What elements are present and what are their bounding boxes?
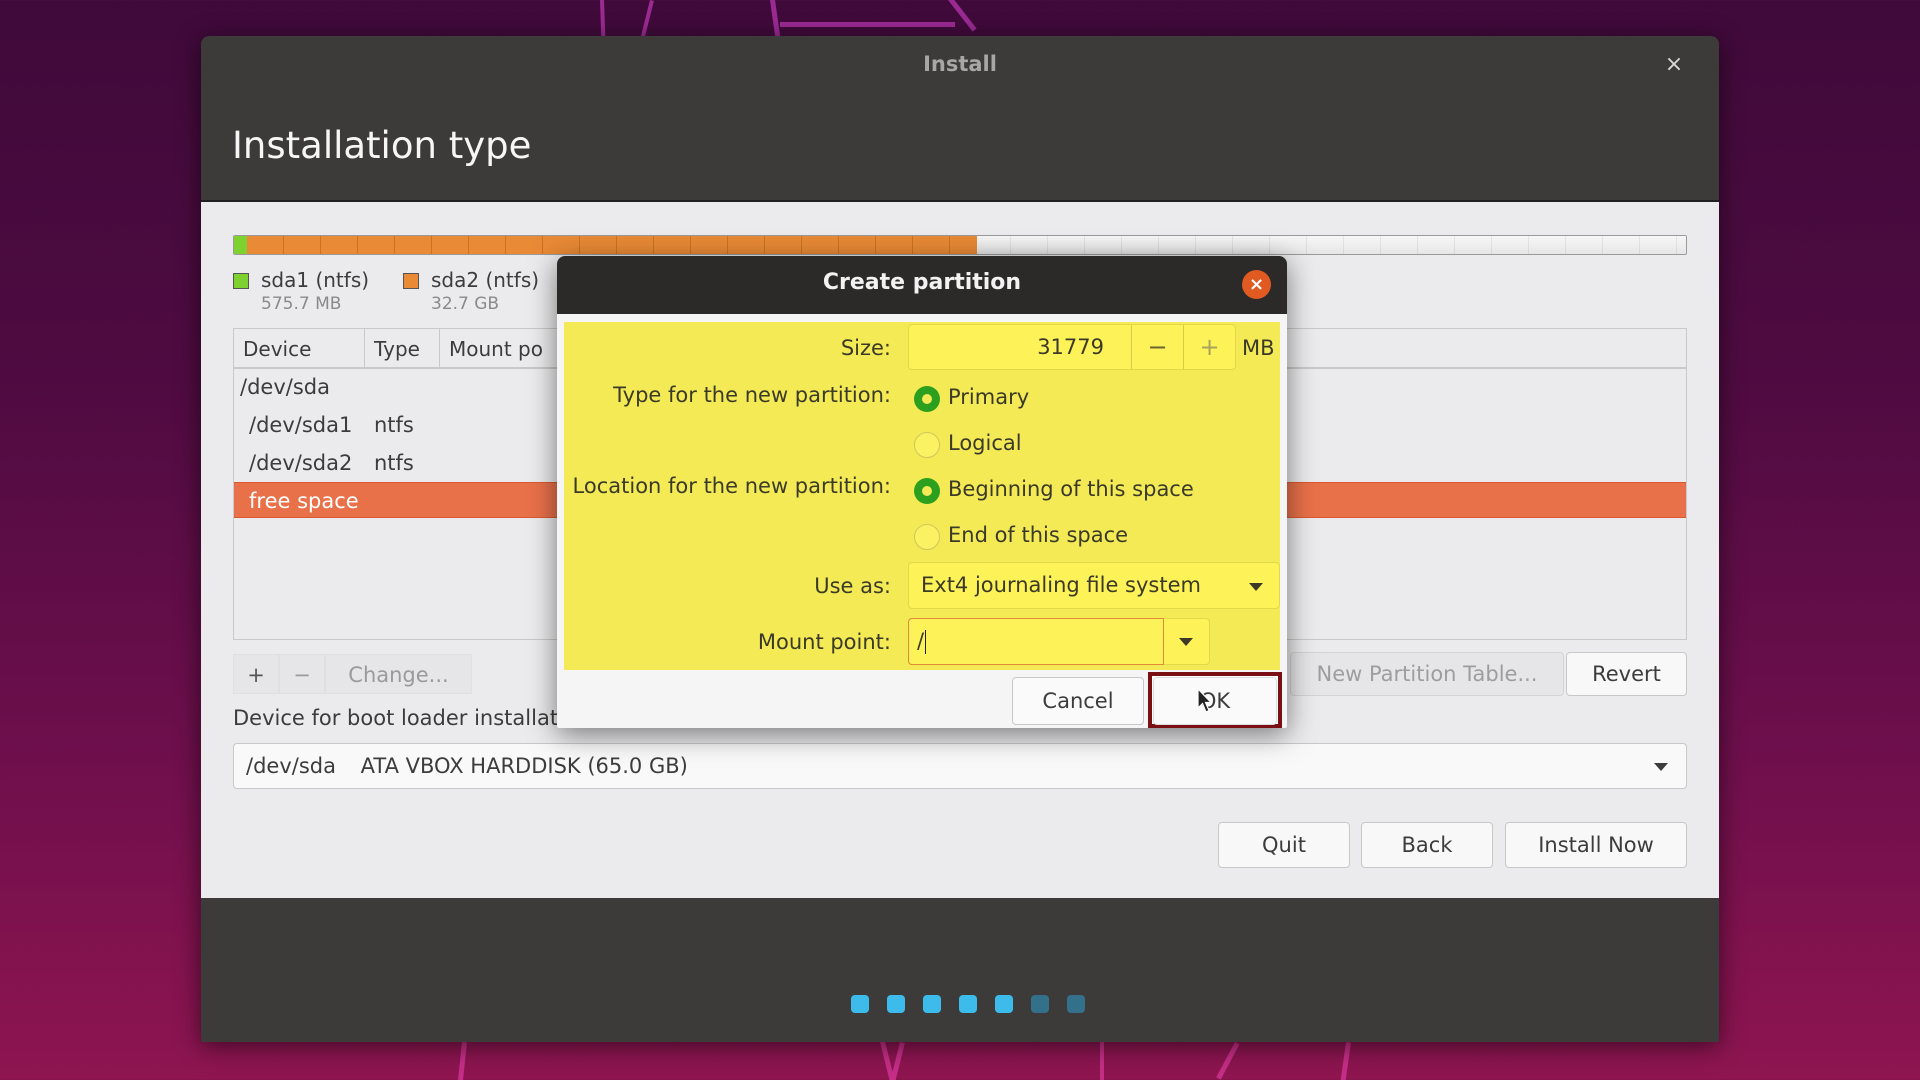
chevron-down-icon [1654,763,1668,771]
partition-segment-sda2 [247,236,978,254]
legend-size: 32.7 GB [431,294,500,314]
mount-point-value: / [917,629,925,653]
bootloader-label: Device for boot loader installation: [233,706,598,730]
decrement-button[interactable]: − [1131,325,1183,369]
mouse-cursor-icon [1197,688,1213,713]
wallpaper-line [890,1042,905,1080]
size-label: Size: [840,336,891,360]
bootloader-description: ATA VBOX HARDDISK (65.0 GB) [360,754,688,778]
dialog-form: Size: 31779 − + MB Type for the new part… [564,322,1280,670]
legend-name: sda1 (ntfs) [261,268,370,292]
cell-device: free space [249,489,359,513]
create-partition-dialog: Create partition × Size: 31779 − + MB Ty… [557,256,1287,728]
dialog-title: Create partition [822,270,1022,295]
page-title: Installation type [232,124,532,167]
remove-partition-button[interactable]: − [279,654,325,694]
use-as-value: Ext4 journaling file system [921,573,1201,597]
progress-dot-complete [995,995,1013,1013]
wallpaper-line [780,22,955,27]
progress-dot-complete [887,995,905,1013]
close-icon[interactable]: × [1659,50,1689,80]
column-type[interactable]: Type [365,329,440,369]
legend-size: 575.7 MB [261,294,342,314]
partition-type-label: Type for the new partition: [613,383,891,407]
back-button[interactable]: Back [1361,822,1493,868]
cancel-button[interactable]: Cancel [1012,677,1144,725]
change-partition-button[interactable]: Change... [325,654,472,694]
text-cursor [925,630,927,654]
footer [201,898,1719,1042]
use-as-select[interactable]: Ext4 journaling file system [908,562,1280,609]
radio-beginning[interactable] [914,478,940,504]
quit-button[interactable]: Quit [1218,822,1350,868]
wallpaper-line [770,0,781,40]
bootloader-device-select[interactable]: /dev/sda ATA VBOX HARDDISK (65.0 GB) [233,743,1687,789]
close-icon[interactable]: × [1242,270,1271,299]
increment-button[interactable]: + [1183,325,1235,369]
partition-segment-free [977,236,1686,254]
cell-type: ntfs [374,451,414,475]
chevron-down-icon [1179,638,1193,646]
add-partition-button[interactable]: + [233,654,279,694]
progress-dot-complete [923,995,941,1013]
mount-point-label: Mount point: [757,630,891,654]
cell-device: /dev/sda1 [249,413,353,437]
radio-primary-label[interactable]: Primary [948,385,1029,409]
use-as-label: Use as: [814,574,891,598]
wallpaper-line [1340,1042,1351,1080]
progress-dot-pending [1031,995,1049,1013]
window-title: Install [923,52,997,76]
wallpaper-line [1216,1042,1240,1080]
partition-segment-sda1 [234,236,248,254]
partition-bar [233,235,1687,255]
column-device[interactable]: Device [234,329,365,369]
radio-logical[interactable] [914,432,940,458]
mount-point-combo: / [908,618,1210,665]
radio-beginning-label[interactable]: Beginning of this space [948,477,1194,501]
legend-swatch [403,273,419,289]
radio-end[interactable] [914,524,940,550]
revert-button[interactable]: Revert [1566,652,1687,696]
ok-button[interactable]: OK [1153,677,1277,725]
progress-dot-pending [1067,995,1085,1013]
mount-point-dropdown-button[interactable] [1164,619,1209,664]
radio-end-label[interactable]: End of this space [948,523,1128,547]
legend-swatch [233,273,249,289]
cell-type: ntfs [374,413,414,437]
size-unit: MB [1242,336,1275,360]
wallpaper-line [640,0,654,40]
location-label: Location for the new partition: [572,474,891,498]
size-spinbox[interactable]: 31779 − + [908,324,1236,370]
radio-logical-label[interactable]: Logical [948,431,1022,455]
cell-device: /dev/sda [240,375,330,399]
wallpaper-line [600,0,606,40]
wallpaper-line [1100,1042,1104,1080]
legend-name: sda2 (ntfs) [431,268,540,292]
progress-dot-complete [851,995,869,1013]
cell-device: /dev/sda2 [249,451,353,475]
wallpaper-line [457,1042,467,1080]
install-now-button[interactable]: Install Now [1505,822,1687,868]
progress-dot-complete [959,995,977,1013]
mount-point-input[interactable]: / [908,618,1164,665]
radio-primary[interactable] [914,386,940,412]
size-input[interactable]: 31779 [1037,325,1104,369]
chevron-down-icon [1249,583,1263,591]
bootloader-device: /dev/sda [246,754,336,778]
new-partition-table-button[interactable]: New Partition Table... [1290,652,1564,696]
dialog-titlebar: Create partition × [557,256,1287,314]
